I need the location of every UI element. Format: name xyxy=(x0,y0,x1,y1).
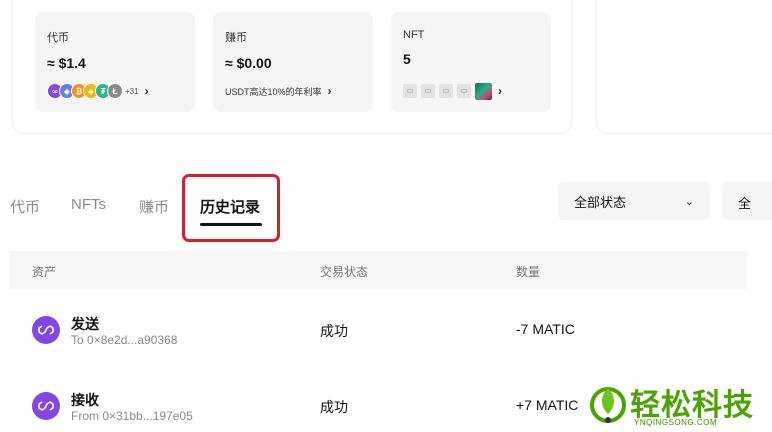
matic-icon xyxy=(32,316,60,344)
status-filter-select[interactable]: 全部状态 ⌄ xyxy=(558,182,710,220)
nft-card-title: NFT xyxy=(403,29,425,41)
ltc-coin-icon: Ł xyxy=(107,83,123,99)
second-filter-select[interactable]: 全 xyxy=(722,182,772,220)
earn-link-row[interactable]: USDT高达10%的年利率 › xyxy=(225,82,332,100)
nft-placeholder-icon xyxy=(439,84,453,98)
nft-placeholder-icon xyxy=(457,84,471,98)
tx-status: 成功 xyxy=(320,399,348,415)
column-header-status: 交易状态 xyxy=(320,265,369,279)
earn-rate-link[interactable]: USDT高达10%的年利率 xyxy=(225,85,322,98)
tokens-card-value: ≈ $1.4 xyxy=(47,55,86,71)
chevron-right-icon: › xyxy=(498,84,502,98)
nft-placeholder-icon xyxy=(421,84,435,98)
tab-tokens[interactable]: 代币 xyxy=(10,196,40,217)
nft-card-value: 5 xyxy=(403,51,411,67)
nft-thumbnail-image xyxy=(475,82,492,100)
tx-type: 接收 xyxy=(71,392,99,408)
column-header-amount: 数量 xyxy=(516,265,541,279)
watermark: 轻松科技 YNQINGSONG.COM xyxy=(586,380,772,432)
chevron-down-icon: ⌄ xyxy=(684,195,694,208)
more-tokens-count: +31 xyxy=(125,86,139,96)
column-header-asset: 资产 xyxy=(32,265,57,279)
nft-placeholder-icon xyxy=(403,84,417,98)
tab-nfts[interactable]: NFTs xyxy=(71,196,106,213)
tx-type: 发送 xyxy=(71,316,99,332)
history-tab-highlight-box xyxy=(182,174,280,242)
status-filter-label: 全部状态 xyxy=(574,194,627,210)
earn-card[interactable]: 赚币 ≈ $0.00 USDT高达10%的年利率 › xyxy=(213,12,373,112)
watermark-logo-icon xyxy=(590,387,626,423)
asset-summary-panel: 代币 ≈ $1.4 ∞ ◆ ₿ ◈ ₮ Ł +31 › 赚币 ≈ $0.00 U… xyxy=(12,0,572,134)
tx-amount: -7 MATIC xyxy=(516,321,575,337)
tokens-card-title: 代币 xyxy=(47,32,69,44)
nft-thumbs-row[interactable]: › xyxy=(403,82,502,100)
tx-address: From 0×31bb...197e05 xyxy=(71,409,193,423)
matic-icon xyxy=(32,392,60,420)
tx-status: 成功 xyxy=(320,323,348,339)
earn-card-title: 赚币 xyxy=(225,32,247,44)
tx-amount: +7 MATIC xyxy=(516,397,579,413)
chevron-right-icon: › xyxy=(327,84,332,98)
tokens-card[interactable]: 代币 ≈ $1.4 ∞ ◆ ₿ ◈ ₮ Ł +31 › xyxy=(35,12,195,112)
earn-card-value: ≈ $0.00 xyxy=(225,55,272,71)
watermark-subtitle: YNQINGSONG.COM xyxy=(634,418,718,427)
nft-card[interactable]: NFT 5 › xyxy=(391,12,551,112)
history-table-header: 资产 交易状态 数量 xyxy=(10,251,748,289)
tab-earn[interactable]: 赚币 xyxy=(139,196,169,217)
chevron-right-icon: › xyxy=(144,84,149,98)
token-icons-row[interactable]: ∞ ◆ ₿ ◈ ₮ Ł +31 › xyxy=(47,82,149,100)
tx-address: To 0×8e2d...a90368 xyxy=(71,333,178,347)
table-row[interactable]: 发送 To 0×8e2d...a90368 成功 -7 MATIC xyxy=(10,312,748,352)
side-panel xyxy=(596,0,772,134)
